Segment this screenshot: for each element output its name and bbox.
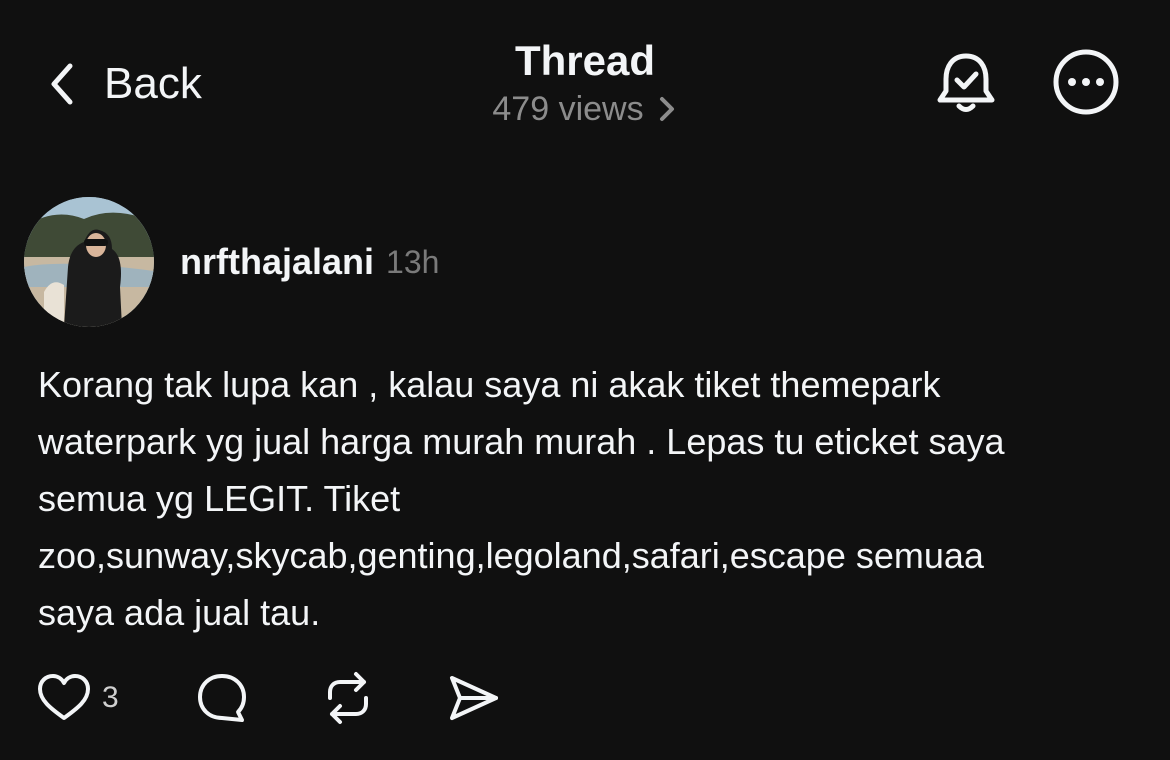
reply-button[interactable] (194, 668, 250, 728)
views-link[interactable]: 479 views (492, 86, 677, 132)
bell-check-icon[interactable] (930, 46, 1002, 118)
post-header: nrfthajalani 13h (24, 196, 439, 328)
heart-icon (38, 674, 90, 720)
share-button[interactable] (446, 668, 502, 728)
top-bar: Back Thread 479 views (0, 0, 1170, 150)
views-count: 479 views (492, 90, 644, 128)
repost-button[interactable] (320, 668, 376, 728)
avatar-image (24, 197, 154, 327)
chevron-right-icon (659, 97, 674, 121)
repost-icon (328, 672, 368, 724)
author-name[interactable]: nrfthajalani (180, 241, 374, 283)
like-count: 3 (102, 681, 119, 714)
avatar[interactable] (24, 197, 154, 327)
like-button[interactable]: 3 (36, 668, 119, 728)
post-time: 13h (386, 243, 440, 280)
send-icon (450, 676, 498, 720)
comment-icon (198, 674, 246, 722)
post-text: Korang tak lupa kan , kalau saya ni akak… (38, 364, 1005, 633)
more-circle-icon[interactable] (1050, 46, 1122, 118)
